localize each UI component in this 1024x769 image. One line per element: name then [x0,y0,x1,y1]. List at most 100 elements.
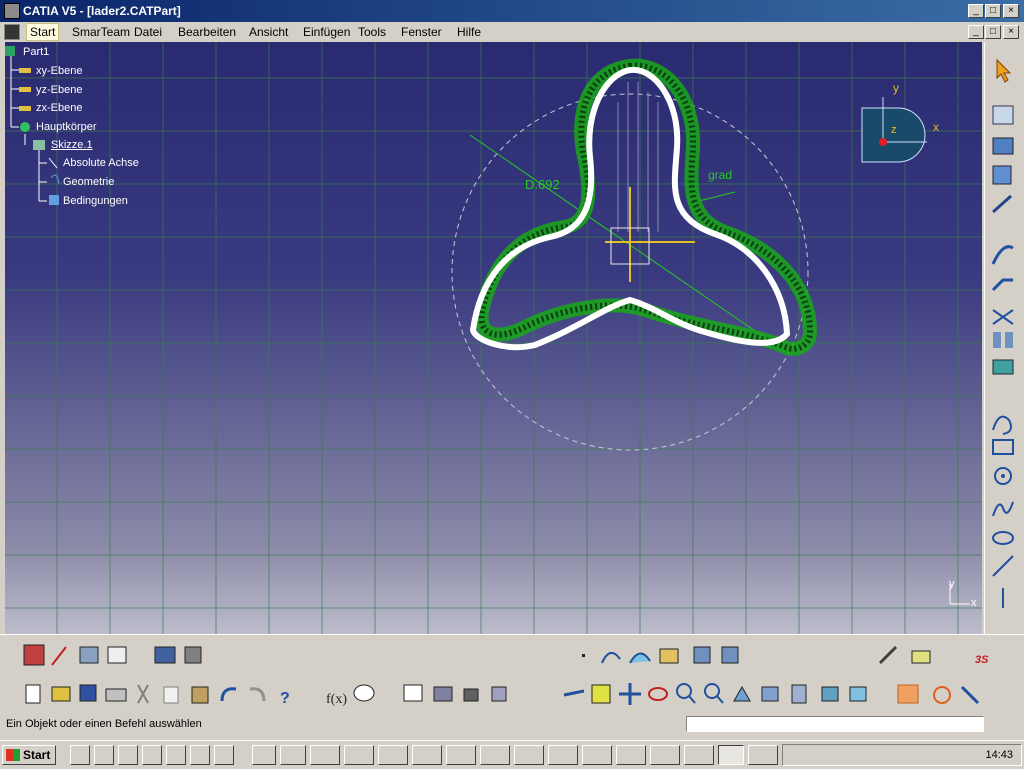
task-button-catia-active[interactable] [718,745,744,765]
tree-icon [79,646,99,664]
menu-datei[interactable]: Datei [134,25,162,39]
cut-icon [137,684,149,704]
fix-icon [184,646,202,664]
svg-text:f(x): f(x) [326,692,347,707]
spline-icon [992,501,1014,517]
maximize-button[interactable]: □ [985,4,1001,18]
profile-icon [992,137,1014,155]
command-input[interactable] [686,716,984,732]
doc-minimize-button[interactable]: _ [968,25,984,39]
task-button-14[interactable] [684,745,714,765]
status-bar: Ein Objekt oder einen Befehl auswählen [0,714,1024,736]
system-tray: 14:43 [782,744,1022,766]
task-button-11[interactable] [582,745,612,765]
tree-item-absolute-achse[interactable]: Absolute Achse [63,157,139,169]
doc-close-button[interactable]: × [1003,25,1019,39]
svg-text:z: z [891,124,897,136]
task-button-15[interactable] [748,745,778,765]
task-button-8[interactable] [480,745,510,765]
task-button-10[interactable] [548,745,578,765]
task-button-4[interactable] [344,745,374,765]
tray-clock[interactable]: 14:43 [985,749,1013,761]
ellipse-icon [992,531,1014,545]
pan-icon [619,683,641,705]
task-button-13[interactable] [650,745,680,765]
close-button[interactable]: × [1003,4,1019,18]
start-button[interactable]: Start [2,745,56,765]
menu-ansicht[interactable]: Ansicht [249,25,288,39]
snap-icon [933,686,951,704]
tree-item-hauptkoerper[interactable]: Hauptkörper [36,121,97,133]
tree-item-skizze[interactable]: Skizze.1 [51,139,93,151]
constraint-icon [992,165,1012,185]
menu-tools[interactable]: Tools [358,25,386,39]
right-toolbar [984,42,1024,634]
quicklaunch-folder-icon[interactable] [190,745,210,765]
pad-icon [659,648,679,664]
print-icon [105,688,127,702]
tree-item-xy-ebene[interactable]: xy-Ebene [36,65,82,77]
quicklaunch-tool-icon[interactable] [142,745,162,765]
quicklaunch-media-icon[interactable] [166,745,186,765]
menu-bearbeiten[interactable]: Bearbeiten [178,25,236,39]
quicklaunch-ie-icon[interactable] [118,745,138,765]
point-icon [582,654,585,657]
menu-hilfe[interactable]: Hilfe [457,25,481,39]
svg-text:?: ? [280,690,290,707]
sketch-icon [51,646,67,666]
tree-item-zx-ebene[interactable]: zx-Ebene [36,102,82,114]
fly-icon [563,689,585,697]
table-icon [403,684,423,702]
select-icon [996,58,1012,83]
tree-item-yz-ebene[interactable]: yz-Ebene [36,84,82,96]
std-views-icon [791,684,807,704]
rectangle-icon [992,439,1014,455]
paste-icon [191,686,209,704]
zoom-in-icon [676,683,696,704]
task-button-2[interactable] [280,745,306,765]
quicklaunch-arrow-icon[interactable] [214,745,234,765]
quicklaunch-desktop-icon[interactable] [70,745,90,765]
minimize-button[interactable]: _ [968,4,984,18]
task-button-9[interactable] [514,745,544,765]
task-button-6[interactable] [412,745,442,765]
lock-icon [463,688,479,702]
task-button-7[interactable] [446,745,476,765]
new-icon [25,684,41,704]
sketch-tools-icon [992,105,1014,125]
line-icon [992,555,1014,577]
svg-text:x: x [971,597,977,609]
bottom-toolbar-icons: 3S ? f(x) [23,644,989,707]
status-message: Ein Objekt oder einen Befehl auswählen [6,718,202,730]
task-button-1[interactable] [252,745,276,765]
task-button-5[interactable] [378,745,408,765]
task-button-12[interactable] [616,745,646,765]
tree-item-geometrie[interactable]: Geometrie [63,176,114,188]
svg-text:3S: 3S [975,654,989,666]
svg-text:y: y [949,578,955,590]
menu-einfuegen[interactable]: Einfügen [303,25,350,39]
tree-item-bedingungen[interactable]: Bedingungen [63,195,128,207]
task-button-3[interactable] [310,745,340,765]
document-icon[interactable] [4,24,20,40]
render-icon [821,686,839,702]
formula-icon: f(x) [326,692,347,707]
svg-text:x: x [933,120,939,134]
save-icon [79,684,97,702]
doc-restore-button[interactable]: □ [985,25,1001,39]
sketch-viewport[interactable]: D.692 grad y x z y x Part1 xy-Ebene yz-E… [5,42,982,634]
fit-all-icon [591,684,611,704]
undo-icon [220,687,237,702]
menu-fenster[interactable]: Fenster [401,25,442,39]
tree-root-part1[interactable]: Part1 [23,46,49,58]
constraint-list-icon [491,686,507,702]
network-icon [433,686,453,702]
quicklaunch-app-icon[interactable] [94,745,114,765]
menu-start[interactable]: Start [26,23,60,41]
windows-taskbar: Start 14:43 [0,740,1024,769]
grid-icon [897,684,919,704]
windows-flag-icon [6,749,20,761]
comment-icon [353,684,375,702]
menu-smarteam[interactable]: SmarTeam [72,25,130,39]
compass-widget: y x z [861,81,939,163]
